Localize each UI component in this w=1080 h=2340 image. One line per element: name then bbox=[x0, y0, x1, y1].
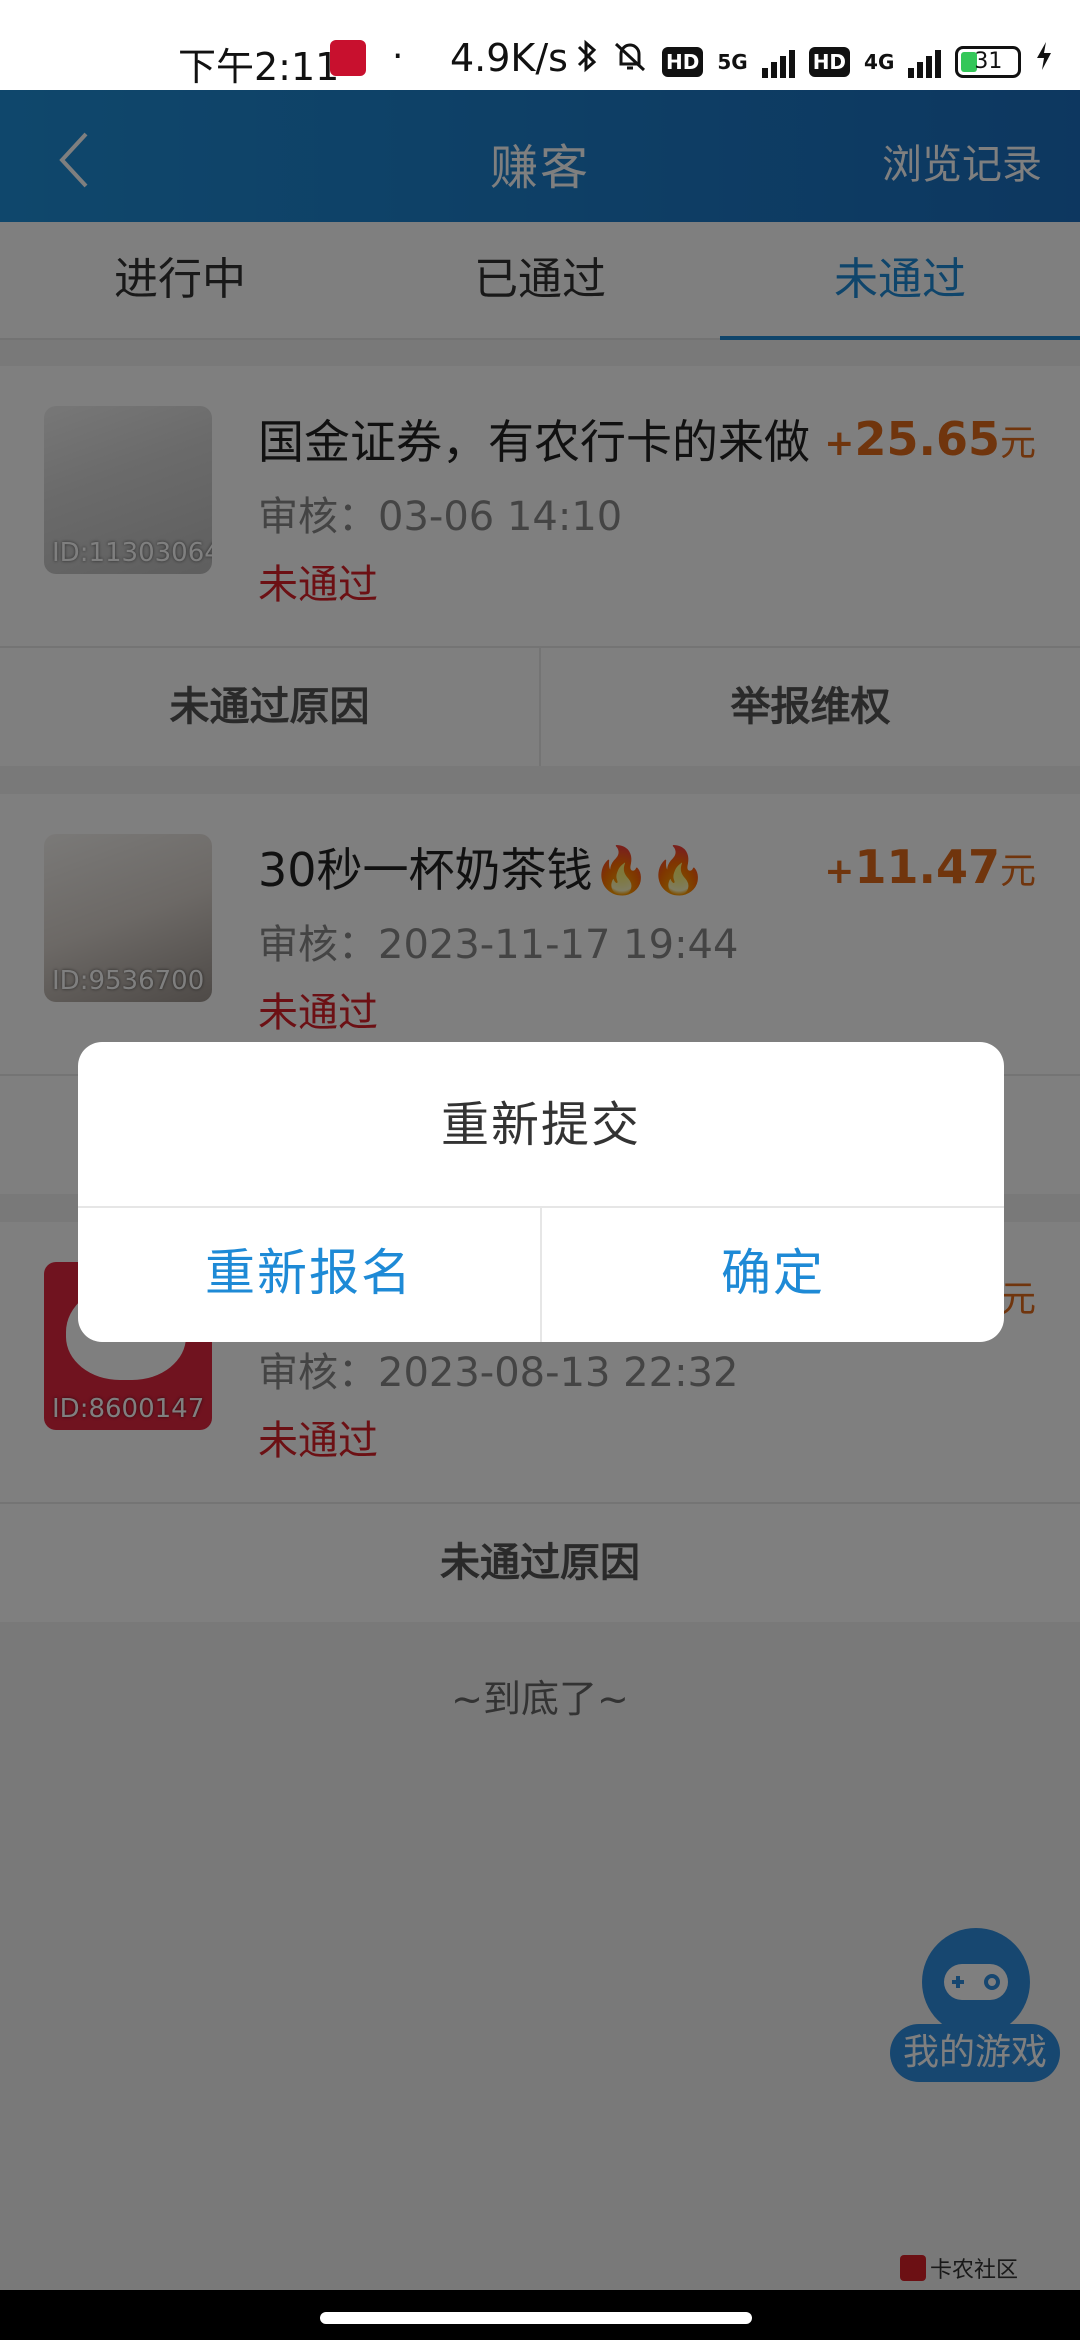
confirm-button[interactable]: 确定 bbox=[540, 1208, 1004, 1342]
signal-icon bbox=[761, 46, 795, 78]
charging-icon bbox=[1035, 40, 1053, 83]
app-icon bbox=[330, 40, 366, 76]
home-indicator[interactable] bbox=[320, 2312, 752, 2324]
status-icons: HD 5G HD 4G 31 bbox=[576, 38, 1053, 85]
dialog-title: 重新提交 bbox=[78, 1042, 1004, 1208]
mute-bell-icon bbox=[612, 38, 648, 85]
battery-level: 31 bbox=[974, 48, 1003, 74]
status-bar: 下午2:11 · 4.9K/s HD 5G HD 4G 31 bbox=[0, 0, 1080, 90]
status-time: 下午2:11 bbox=[178, 45, 340, 89]
resubmit-dialog: 重新提交 重新报名 确定 bbox=[78, 1042, 1004, 1342]
hd-icon: HD bbox=[808, 46, 851, 77]
bluetooth-icon bbox=[576, 38, 598, 85]
re-register-button[interactable]: 重新报名 bbox=[78, 1208, 540, 1342]
network-speed: 4.9K/s bbox=[450, 36, 568, 80]
battery-icon: 31 bbox=[955, 45, 1022, 78]
hd-icon: HD bbox=[662, 46, 704, 77]
4g-label: 4G bbox=[864, 49, 895, 74]
status-dot: · bbox=[392, 36, 404, 77]
dialog-buttons: 重新报名 确定 bbox=[78, 1208, 1004, 1342]
5g-label: 5G bbox=[717, 49, 748, 74]
signal-icon bbox=[908, 46, 942, 78]
